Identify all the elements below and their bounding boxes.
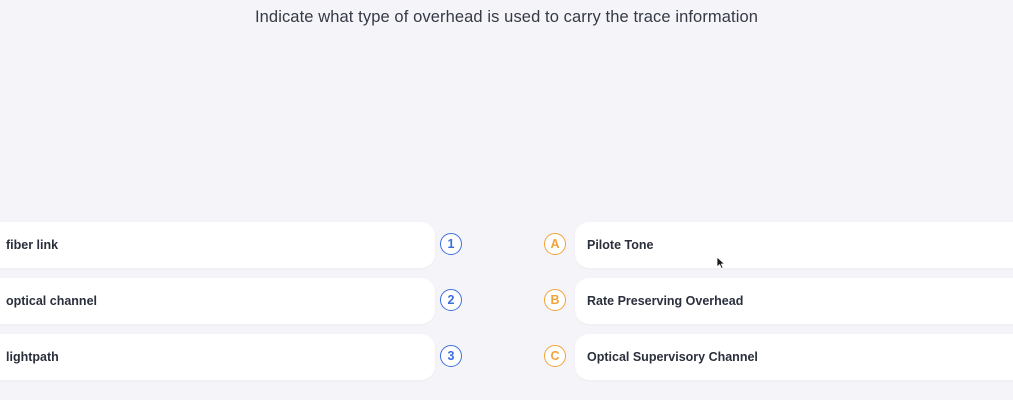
right-option-a[interactable]: Pilote Tone <box>575 222 1013 268</box>
right-option-label: Rate Preserving Overhead <box>587 294 744 308</box>
number-badge-2[interactable]: 2 <box>440 289 462 311</box>
match-row-3: lightpath 3 C Optical Supervisory Channe… <box>0 334 1013 380</box>
left-option-3[interactable]: lightpath <box>0 334 435 380</box>
right-option-b[interactable]: Rate Preserving Overhead <box>575 278 1013 324</box>
letter-badge-a[interactable]: A <box>544 233 566 255</box>
left-option-1[interactable]: fiber link <box>0 222 435 268</box>
right-option-label: Optical Supervisory Channel <box>587 350 758 364</box>
right-option-label: Pilote Tone <box>587 238 654 252</box>
number-badge-3[interactable]: 3 <box>440 345 462 367</box>
left-option-label: lightpath <box>6 350 59 364</box>
right-option-c[interactable]: Optical Supervisory Channel <box>575 334 1013 380</box>
left-option-2[interactable]: optical channel <box>0 278 435 324</box>
arrow-cursor-icon <box>716 256 725 269</box>
match-row-1: fiber link 1 A Pilote Tone <box>0 222 1013 268</box>
letter-badge-c[interactable]: C <box>544 345 566 367</box>
question-title: Indicate what type of overhead is used t… <box>254 8 759 26</box>
match-row-2: optical channel 2 B Rate Preserving Over… <box>0 278 1013 324</box>
left-option-label: fiber link <box>6 238 59 252</box>
letter-badge-b[interactable]: B <box>544 289 566 311</box>
number-badge-1[interactable]: 1 <box>440 233 462 255</box>
left-option-label: optical channel <box>6 294 97 308</box>
